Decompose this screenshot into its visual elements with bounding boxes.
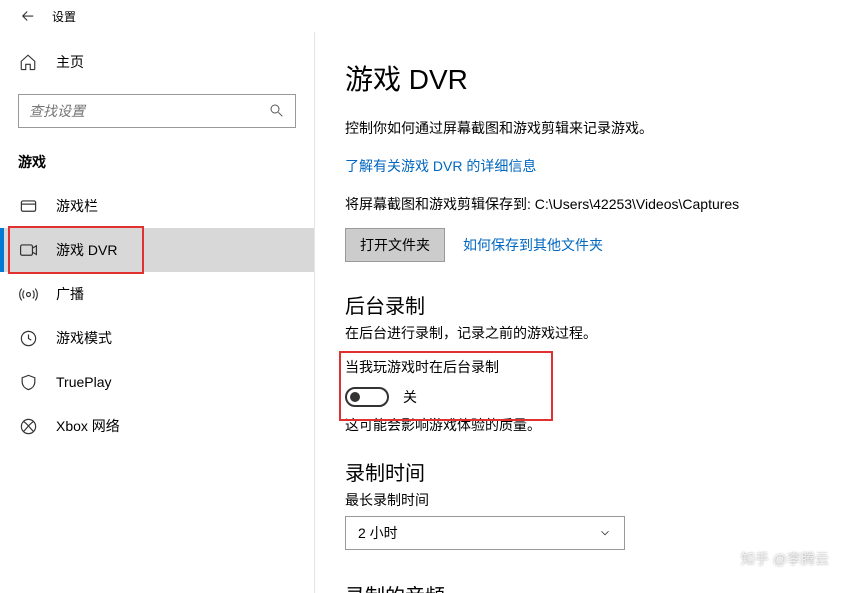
dvr-icon	[18, 240, 38, 260]
xbox-icon	[18, 416, 38, 436]
search-input[interactable]	[29, 103, 269, 119]
search-box[interactable]	[18, 94, 296, 128]
intro-text: 控制你如何通过屏幕截图和游戏剪辑来记录游戏。	[345, 118, 817, 138]
bg-toggle-state: 关	[403, 387, 417, 407]
save-other-link[interactable]: 如何保存到其他文件夹	[463, 235, 603, 255]
broadcast-icon	[18, 284, 38, 304]
nav-label: 游戏 DVR	[56, 240, 117, 260]
gamebar-icon	[18, 196, 38, 216]
window-title: 设置	[52, 8, 76, 25]
open-folder-button[interactable]: 打开文件夹	[345, 228, 445, 262]
audio-section-title: 录制的音频	[345, 580, 817, 593]
home-label: 主页	[56, 52, 84, 72]
nav-label: 广播	[56, 284, 84, 304]
home-icon	[18, 52, 38, 72]
sidebar: 主页 游戏 游戏栏 游戏 DVR	[0, 32, 315, 593]
nav-item-xbox[interactable]: Xbox 网络	[0, 404, 314, 448]
time-sub-label: 最长录制时间	[345, 490, 817, 510]
nav-item-gamemode[interactable]: 游戏模式	[0, 316, 314, 360]
info-link[interactable]: 了解有关游戏 DVR 的详细信息	[345, 156, 536, 176]
bg-toggle[interactable]	[345, 387, 389, 407]
content-area: 游戏 DVR 控制你如何通过屏幕截图和游戏剪辑来记录游戏。 了解有关游戏 DVR…	[315, 32, 847, 593]
bg-section-desc: 在后台进行录制，记录之前的游戏过程。	[345, 323, 817, 343]
nav-item-gamedvr[interactable]: 游戏 DVR	[0, 228, 314, 272]
nav-label: TruePlay	[56, 374, 112, 390]
nav-item-trueplay[interactable]: TruePlay	[0, 360, 314, 404]
category-header: 游戏	[0, 146, 314, 184]
nav-label: Xbox 网络	[56, 416, 120, 436]
gamemode-icon	[18, 328, 38, 348]
save-path-text: 将屏幕截图和游戏剪辑保存到: C:\Users\42253\Videos\Cap…	[345, 194, 817, 214]
chevron-down-icon	[598, 526, 612, 540]
nav-label: 游戏模式	[56, 328, 112, 348]
nav-item-gamebar[interactable]: 游戏栏	[0, 184, 314, 228]
time-select[interactable]: 2 小时	[345, 516, 625, 550]
bg-warn: 这可能会影响游戏体验的质量。	[345, 415, 817, 435]
nav-item-broadcast[interactable]: 广播	[0, 272, 314, 316]
watermark-text: 知乎 @李腾云	[741, 549, 829, 569]
watermark: 知乎 @李腾云	[719, 549, 829, 569]
time-section-title: 录制时间	[345, 457, 817, 486]
search-icon	[269, 103, 285, 119]
back-button[interactable]	[8, 0, 48, 32]
toggle-knob	[350, 392, 360, 402]
bg-toggle-label: 当我玩游戏时在后台录制	[345, 357, 817, 377]
trueplay-icon	[18, 372, 38, 392]
time-select-value: 2 小时	[358, 523, 398, 543]
bg-section-title: 后台录制	[345, 290, 817, 319]
home-nav[interactable]: 主页	[0, 42, 314, 82]
nav-label: 游戏栏	[56, 196, 98, 216]
page-title: 游戏 DVR	[345, 58, 817, 98]
